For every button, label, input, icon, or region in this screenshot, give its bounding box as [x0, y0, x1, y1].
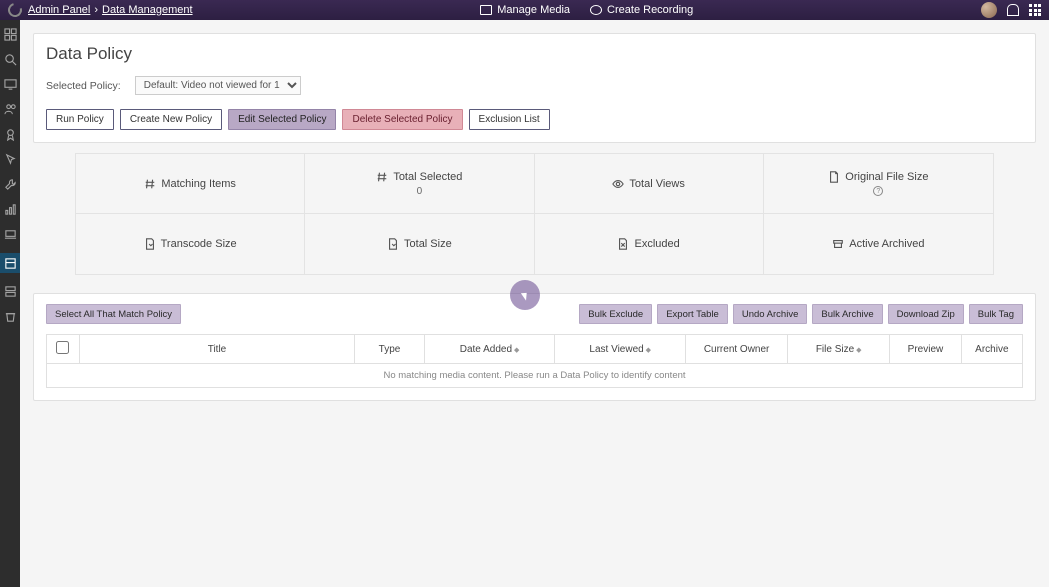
cursor-indicator	[510, 280, 540, 310]
stat-transcode-size: Transcode Size	[76, 214, 305, 274]
nav-data-icon[interactable]	[0, 253, 20, 273]
nav-laptop-icon[interactable]	[4, 228, 17, 241]
nav-wrench-icon[interactable]	[4, 178, 17, 191]
archive-icon	[832, 238, 844, 250]
nav-chart-icon[interactable]	[4, 203, 17, 216]
edit-policy-button[interactable]: Edit Selected Policy	[228, 109, 336, 130]
select-all-button[interactable]: Select All That Match Policy	[46, 304, 181, 324]
stat-total-selected: Total Selected 0	[305, 154, 534, 214]
policy-select[interactable]: Default: Video not viewed for 1 year	[135, 76, 301, 95]
create-recording-link[interactable]: Create Recording	[590, 4, 693, 16]
apps-grid-icon[interactable]	[1029, 4, 1041, 16]
file-arrow-icon	[387, 238, 399, 250]
media-icon	[480, 5, 492, 15]
record-icon	[590, 5, 602, 15]
col-checkbox	[47, 335, 80, 364]
empty-message: No matching media content. Please run a …	[47, 364, 1023, 388]
nav-server-icon[interactable]	[4, 285, 17, 298]
stat-total-size: Total Size	[305, 214, 534, 274]
file-icon	[828, 171, 840, 183]
eye-icon	[612, 178, 624, 190]
stat-excluded: Excluded	[535, 214, 764, 274]
col-preview[interactable]: Preview	[890, 335, 961, 364]
breadcrumb-admin[interactable]: Admin Panel	[28, 4, 90, 16]
media-table: Title Type Date Added Last Viewed Curren…	[46, 334, 1023, 388]
nav-users-icon[interactable]	[4, 103, 17, 116]
undo-archive-button[interactable]: Undo Archive	[733, 304, 808, 324]
nav-cursor-icon[interactable]	[4, 153, 17, 166]
col-type[interactable]: Type	[355, 335, 424, 364]
notifications-icon[interactable]	[1007, 4, 1019, 16]
policy-panel: Data Policy Selected Policy: Default: Vi…	[33, 33, 1036, 143]
create-policy-button[interactable]: Create New Policy	[120, 109, 222, 130]
nav-monitor-icon[interactable]	[4, 78, 17, 91]
col-owner[interactable]: Current Owner	[686, 335, 788, 364]
app-logo-icon	[5, 0, 24, 19]
hash-icon	[376, 171, 388, 183]
nav-trash-icon[interactable]	[4, 310, 17, 323]
stat-matching: Matching Items	[76, 154, 305, 214]
manage-media-label: Manage Media	[497, 4, 570, 16]
stat-total-views: Total Views	[535, 154, 764, 214]
stat-grid: Matching Items Total Selected 0 Total Vi…	[75, 153, 994, 275]
download-zip-button[interactable]: Download Zip	[888, 304, 964, 324]
run-policy-button[interactable]: Run Policy	[46, 109, 114, 130]
create-recording-label: Create Recording	[607, 4, 693, 16]
topbar: Admin Panel › Data Management Manage Med…	[0, 0, 1049, 20]
col-last-viewed[interactable]: Last Viewed	[555, 335, 686, 364]
table-panel: Select All That Match Policy Bulk Exclud…	[33, 293, 1036, 401]
breadcrumb-data-management[interactable]: Data Management	[102, 4, 193, 16]
selected-policy-label: Selected Policy:	[46, 80, 121, 92]
help-icon[interactable]: ?	[873, 186, 883, 196]
col-archive[interactable]: Archive	[961, 335, 1022, 364]
stat-total-selected-value: 0	[417, 186, 423, 197]
page-title: Data Policy	[46, 44, 1023, 64]
export-table-button[interactable]: Export Table	[657, 304, 728, 324]
bulk-exclude-button[interactable]: Bulk Exclude	[579, 304, 652, 324]
col-file-size[interactable]: File Size	[788, 335, 890, 364]
exclusion-list-button[interactable]: Exclusion List	[469, 109, 550, 130]
breadcrumb-sep: ›	[94, 4, 98, 16]
nav-badge-icon[interactable]	[4, 128, 17, 141]
stat-active-archived: Active Archived	[764, 214, 993, 274]
bulk-archive-button[interactable]: Bulk Archive	[812, 304, 882, 324]
sidenav	[0, 20, 20, 587]
nav-search-icon[interactable]	[4, 53, 17, 66]
bulk-tag-button[interactable]: Bulk Tag	[969, 304, 1023, 324]
file-x-icon	[617, 238, 629, 250]
col-date-added[interactable]: Date Added	[424, 335, 555, 364]
breadcrumb: Admin Panel › Data Management	[28, 4, 193, 16]
col-title[interactable]: Title	[79, 335, 355, 364]
stat-original-size: Original File Size ?	[764, 154, 993, 214]
manage-media-link[interactable]: Manage Media	[480, 4, 570, 16]
user-avatar-icon[interactable]	[981, 2, 997, 18]
select-all-checkbox[interactable]	[56, 341, 69, 354]
file-arrow-icon	[144, 238, 156, 250]
nav-dashboard-icon[interactable]	[4, 28, 17, 41]
delete-policy-button[interactable]: Delete Selected Policy	[342, 109, 462, 130]
hash-icon	[144, 178, 156, 190]
